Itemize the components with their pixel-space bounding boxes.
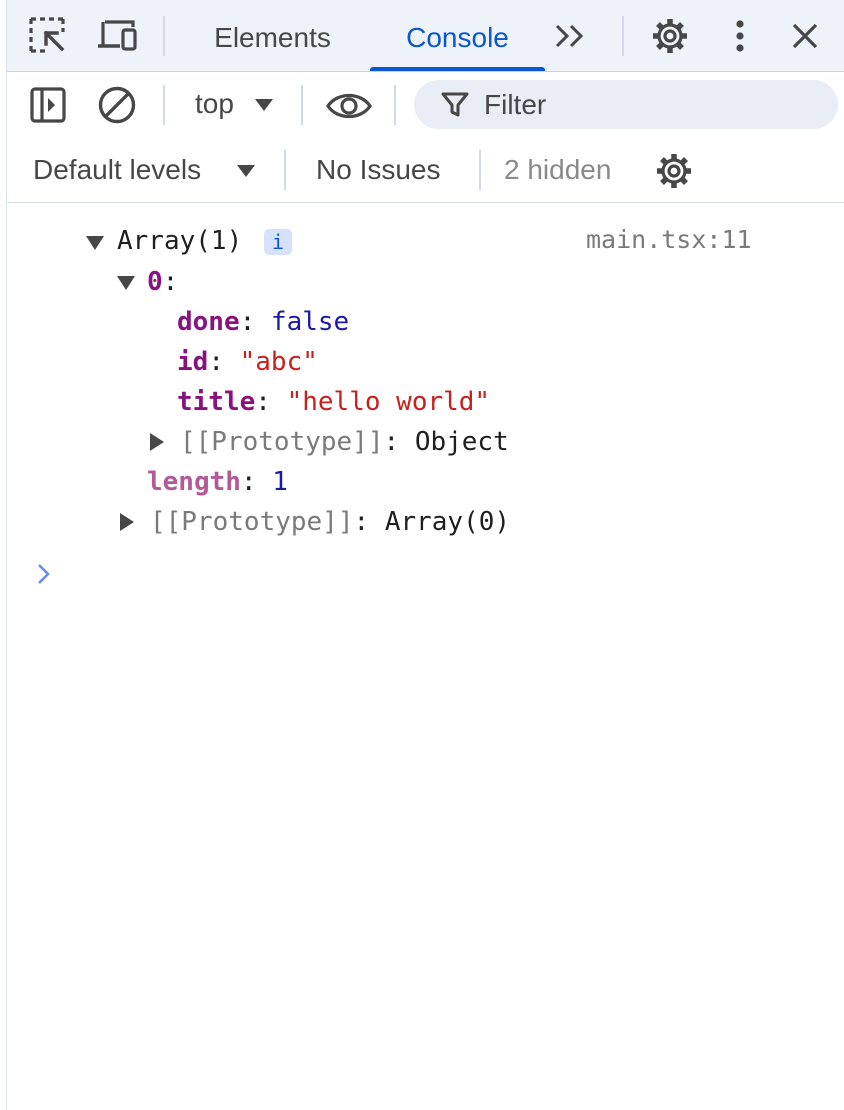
- property-key: title: [177, 387, 256, 417]
- length-row: length: 1: [147, 467, 288, 497]
- sidebar-toggle-icon[interactable]: [26, 83, 70, 127]
- close-icon[interactable]: [786, 0, 824, 72]
- tab-elements[interactable]: Elements: [195, 0, 350, 72]
- property-row: title: "hello world": [177, 387, 491, 417]
- filter-placeholder: Filter: [484, 89, 547, 120]
- property-key: [[Prototype]]: [180, 427, 384, 457]
- tab-divider: [163, 16, 165, 56]
- property-value: 1: [272, 467, 288, 497]
- property-key: done: [177, 307, 240, 337]
- expand-triangle-icon[interactable]: [117, 276, 135, 290]
- log-levels-label: Default levels: [33, 154, 202, 185]
- hidden-messages-count: 2 hidden: [504, 154, 612, 185]
- eye-icon[interactable]: [324, 86, 374, 126]
- expand-triangle-icon[interactable]: [86, 236, 104, 250]
- panel-left-border: [6, 0, 7, 1110]
- array-index-row[interactable]: 0:: [147, 262, 178, 302]
- property-value: "abc": [239, 347, 318, 377]
- property-value: Array(0): [384, 507, 511, 537]
- source-link[interactable]: main.tsx:11: [586, 222, 752, 258]
- prototype-row[interactable]: [[Prototype]]: Object: [180, 422, 509, 462]
- tab-divider: [622, 16, 624, 56]
- toolbar-divider: [301, 85, 303, 125]
- toolbar-divider: [479, 150, 481, 190]
- expand-triangle-icon[interactable]: [120, 513, 134, 531]
- tab-bar-border: [7, 71, 844, 72]
- property-value: Object: [414, 427, 509, 457]
- array-summary[interactable]: Array(1): [117, 221, 242, 261]
- context-selector[interactable]: top: [195, 88, 234, 120]
- prompt-chevron-icon[interactable]: [36, 562, 52, 591]
- property-value: "hello world": [286, 387, 491, 417]
- tab-console[interactable]: Console: [370, 0, 545, 72]
- filter-input[interactable]: [414, 80, 838, 129]
- toolbar-divider: [394, 85, 396, 125]
- toolbar-divider: [284, 150, 286, 190]
- clear-console-icon[interactable]: [95, 83, 139, 127]
- inspect-element-icon[interactable]: [26, 0, 70, 72]
- property-row: done: false: [177, 307, 350, 337]
- toolbar-divider: [163, 85, 165, 125]
- toolbar-border: [7, 202, 844, 203]
- device-toolbar-icon[interactable]: [94, 0, 140, 72]
- property-key: length: [147, 467, 241, 497]
- more-tabs-icon[interactable]: [552, 0, 588, 72]
- chevron-down-icon: [236, 161, 256, 181]
- property-key: id: [177, 347, 209, 377]
- kebab-menu-icon[interactable]: [728, 0, 752, 72]
- property-row: id: "abc": [177, 347, 318, 377]
- log-levels-dropdown[interactable]: Default levels: [33, 154, 201, 186]
- expand-triangle-icon[interactable]: [150, 433, 164, 451]
- settings-icon[interactable]: [648, 0, 692, 72]
- filter-icon: [440, 91, 470, 119]
- info-badge-icon[interactable]: i: [264, 229, 292, 255]
- context-selector-label: top: [195, 88, 234, 119]
- prototype-row[interactable]: [[Prototype]]: Array(0): [150, 502, 510, 542]
- property-key: 0: [147, 267, 163, 297]
- property-value: false: [270, 307, 350, 337]
- issues-button[interactable]: No Issues: [316, 154, 441, 186]
- property-key: [[Prototype]]: [150, 507, 354, 537]
- console-settings-icon[interactable]: [652, 149, 696, 193]
- chevron-down-icon: [254, 95, 274, 115]
